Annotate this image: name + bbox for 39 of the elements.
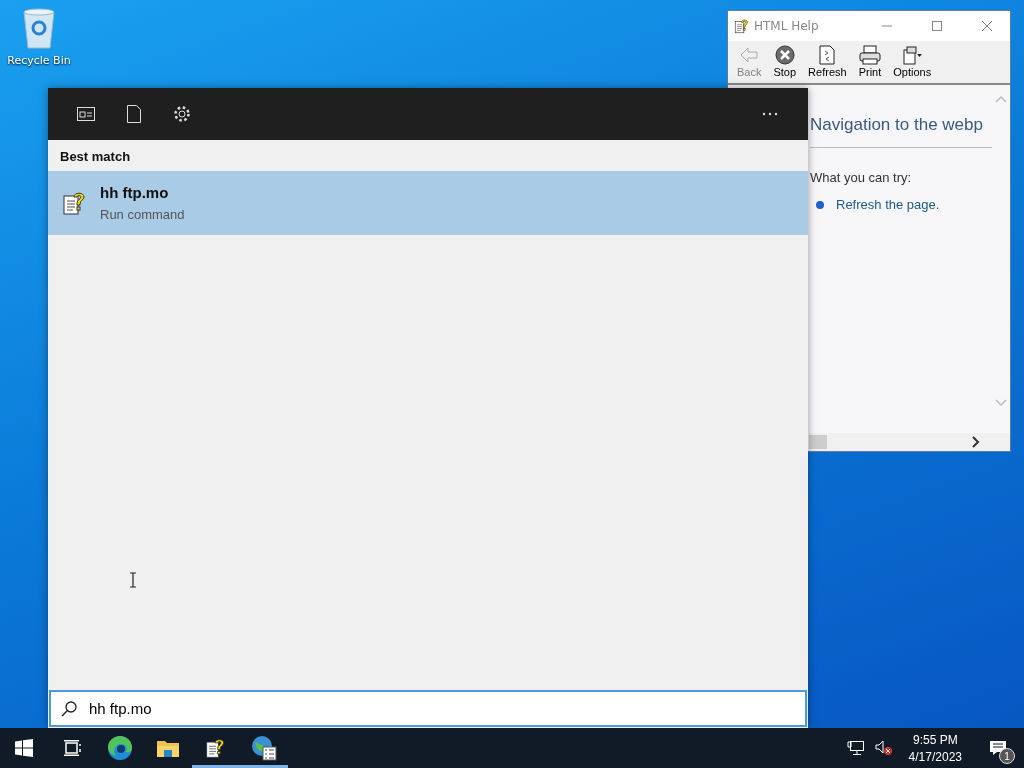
- back-icon: [738, 45, 761, 65]
- search-icon: [61, 701, 77, 717]
- help-file-icon: [205, 736, 227, 760]
- scrollbar-thumb[interactable]: [809, 435, 827, 449]
- page-subheading: What you can try:: [810, 170, 913, 185]
- stop-icon: [773, 45, 796, 65]
- search-result[interactable]: hh ftp.mo Run command: [48, 171, 808, 235]
- recycle-bin-icon[interactable]: [21, 8, 57, 50]
- edge-icon: [107, 735, 133, 761]
- horizontal-scrollbar[interactable]: [809, 433, 1010, 451]
- maximize-icon: [932, 21, 942, 31]
- options-button[interactable]: Options: [888, 45, 937, 79]
- close-icon: [982, 21, 992, 31]
- search-field[interactable]: hh ftp.mo: [49, 690, 807, 727]
- settings-icon: [173, 105, 191, 123]
- help-icon: [734, 17, 750, 35]
- notifications-button[interactable]: 1: [978, 728, 1018, 768]
- clock[interactable]: 9:55 PM 4/17/2023: [902, 732, 968, 764]
- window-icon: [77, 107, 95, 121]
- windows-logo-icon: [15, 739, 33, 757]
- print-icon: [858, 45, 881, 65]
- text-cursor-icon: [129, 572, 137, 588]
- folder-icon: [156, 738, 180, 758]
- network-icon[interactable]: [846, 740, 865, 756]
- bullet-icon: [816, 200, 824, 209]
- document-icon: [127, 105, 141, 123]
- options-icon: [901, 45, 924, 65]
- stop-button[interactable]: Stop: [768, 45, 802, 79]
- globe-checklist-icon: [251, 735, 277, 761]
- scroll-right-icon[interactable]: [972, 436, 980, 448]
- ellipsis-icon: [762, 112, 778, 116]
- window-title: HTML Help: [754, 19, 820, 33]
- refresh-button[interactable]: Refresh: [803, 45, 852, 79]
- page-heading: Navigation to the webp: [810, 115, 992, 148]
- muted-speaker-icon[interactable]: [874, 740, 893, 756]
- task-view-icon: [63, 740, 81, 756]
- print-button[interactable]: Print: [853, 45, 887, 79]
- link[interactable]: Refresh the page.: [836, 197, 940, 212]
- section-heading: Best match: [59, 148, 132, 166]
